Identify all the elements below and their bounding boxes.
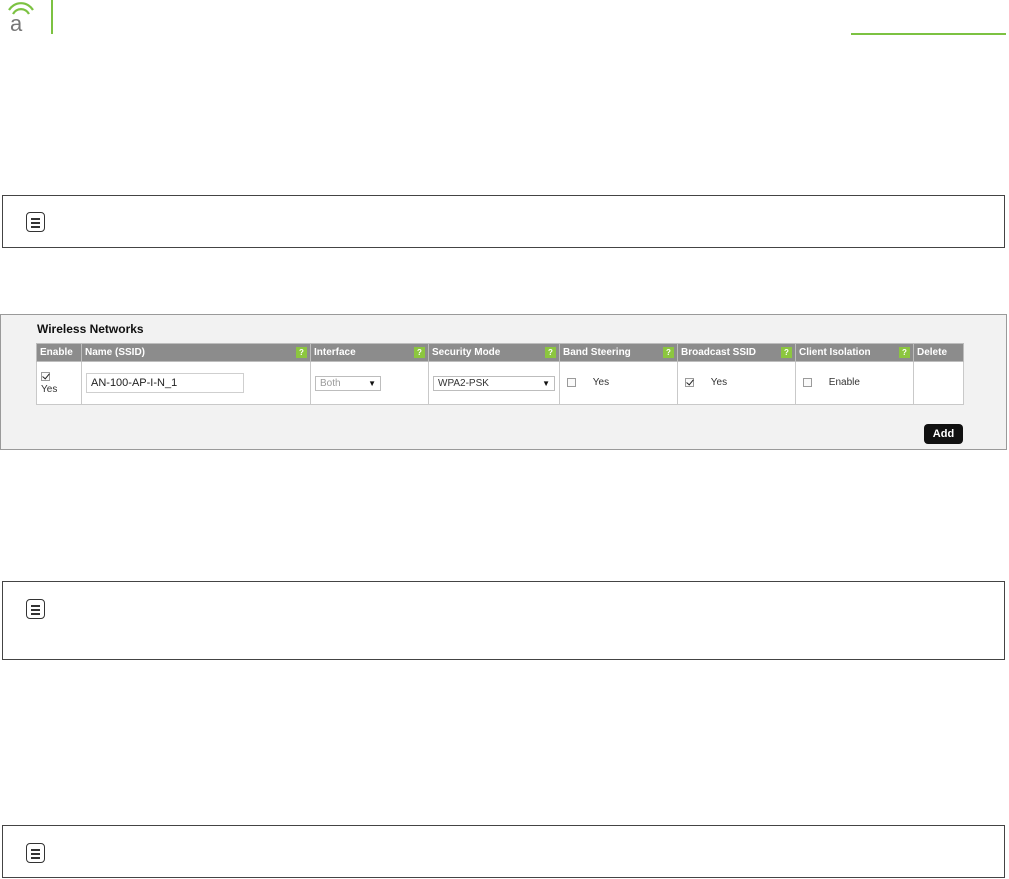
band-steering-checkbox[interactable] (567, 378, 576, 388)
col-ssid: Name (SSID)? (81, 343, 311, 362)
col-client-isolation: Client Isolation? (795, 343, 914, 362)
col-delete: Delete (913, 343, 964, 362)
client-isolation-cell: Enable (795, 361, 914, 405)
enable-label: Yes (41, 384, 58, 395)
header-divider (51, 0, 53, 34)
enable-cell: Yes (36, 361, 82, 405)
help-icon[interactable]: ? (663, 347, 674, 358)
broadcast-ssid-label: Yes (710, 377, 728, 389)
col-security-mode: Security Mode? (428, 343, 560, 362)
table-header-row: Enable Name (SSID)? Interface? Security … (36, 343, 964, 362)
help-icon[interactable]: ? (414, 347, 425, 358)
help-icon[interactable]: ? (296, 347, 307, 358)
wireless-networks-title: Wireless Networks (37, 322, 144, 336)
note-icon (26, 212, 45, 232)
dropdown-arrow-icon: ▼ (542, 378, 550, 388)
client-isolation-checkbox[interactable] (803, 378, 812, 388)
security-mode-select[interactable]: WPA2-PSK ▼ (433, 375, 555, 391)
note-box (2, 581, 1005, 660)
header-rule (851, 33, 1006, 35)
security-mode-cell: WPA2-PSK ▼ (428, 361, 560, 405)
broadcast-ssid-checkbox[interactable] (685, 378, 694, 388)
col-interface: Interface? (310, 343, 429, 362)
ssid-input[interactable]: AN-100-AP-I-N_1 (86, 373, 244, 393)
add-button[interactable]: Add (924, 424, 963, 444)
col-enable: Enable (36, 343, 82, 362)
logo-letter: a (10, 11, 23, 34)
delete-cell[interactable] (913, 361, 964, 405)
col-broadcast-ssid: Broadcast SSID? (677, 343, 796, 362)
wireless-networks-table: Enable Name (SSID)? Interface? Security … (36, 343, 964, 405)
ssid-cell: AN-100-AP-I-N_1 (81, 361, 311, 405)
help-icon[interactable]: ? (781, 347, 792, 358)
amped-logo: a (8, 2, 34, 34)
band-steering-cell: Yes (559, 361, 678, 405)
interface-cell: Both ▼ (310, 361, 429, 405)
table-row: Yes AN-100-AP-I-N_1 Both ▼ WPA2-PSK ▼ Ye… (36, 361, 964, 405)
band-steering-label: Yes (592, 377, 610, 389)
enable-checkbox[interactable] (41, 371, 50, 381)
note-icon (26, 843, 45, 863)
interface-select[interactable]: Both ▼ (315, 375, 381, 391)
client-isolation-label: Enable (828, 377, 860, 389)
note-box (2, 195, 1005, 248)
broadcast-ssid-cell: Yes (677, 361, 796, 405)
col-band-steering: Band Steering? (559, 343, 678, 362)
note-box (2, 825, 1005, 878)
dropdown-arrow-icon: ▼ (368, 378, 376, 388)
help-icon[interactable]: ? (545, 347, 556, 358)
note-icon (26, 599, 45, 619)
help-icon[interactable]: ? (899, 347, 910, 358)
